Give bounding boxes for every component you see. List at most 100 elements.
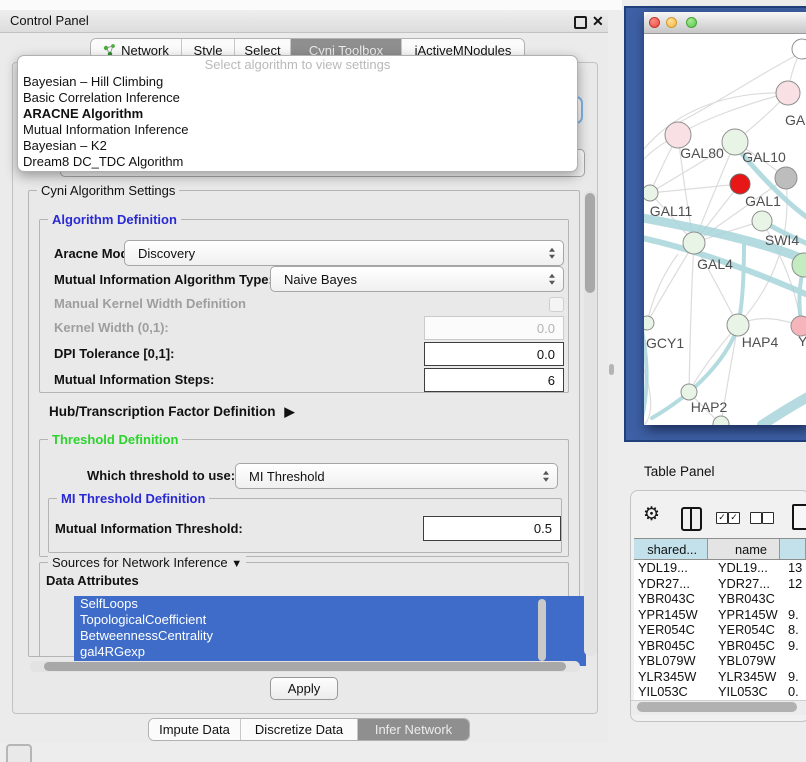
network-canvas[interactable]: GALGAL80GAL10GAL1GAL11SWI4GAL4GCY1HAP4YH…	[644, 34, 806, 425]
mi-algorithm-type-select[interactable]: Naive Bayes	[270, 266, 564, 292]
stepper-icon	[547, 274, 556, 285]
unchecked-checkbox-icon[interactable]	[762, 512, 774, 524]
network-node-label: HAP2	[691, 399, 728, 415]
table-panel-title: Table Panel	[644, 464, 715, 479]
aracne-mode-select[interactable]: Discovery	[124, 240, 564, 266]
table-row[interactable]: YER054CYER054C8.	[634, 622, 806, 638]
which-threshold-value: MI Threshold	[249, 464, 325, 488]
control-panel-title: Control Panel	[10, 10, 89, 32]
data-attribute-item[interactable]: BetweennessCentrality	[74, 628, 586, 644]
tab-infer-network[interactable]: Infer Network	[358, 719, 469, 740]
network-node[interactable]	[730, 174, 750, 194]
gear-icon[interactable]: ⚙	[643, 503, 660, 526]
columns-icon[interactable]	[681, 507, 702, 531]
algorithm-option[interactable]: Mutual Information Inference	[18, 122, 577, 138]
table-row[interactable]: YPR145WYPR145W9.	[634, 607, 806, 623]
data-attribute-item[interactable]: TopologicalCoefficient	[74, 612, 586, 628]
table-body[interactable]: YDL19...YDL19...13YDR27...YDR27...12YBR0…	[634, 560, 806, 700]
column-header-name[interactable]: name	[708, 539, 780, 559]
table-cell: YIL053C	[634, 684, 708, 700]
table-hscrollbar-thumb[interactable]	[637, 702, 797, 712]
table-cell: YER054C	[708, 622, 780, 638]
table-cell: YPR145W	[708, 607, 780, 623]
control-panel-window: Control Panel ✕ Network Style Select	[0, 10, 608, 742]
table-cell	[780, 653, 806, 669]
mi-threshold-input[interactable]: 0.5	[423, 516, 561, 541]
table-row[interactable]: YBR043CYBR043C	[634, 591, 806, 607]
network-node[interactable]	[713, 416, 729, 425]
application-root: Control Panel ✕ Network Style Select	[0, 0, 806, 762]
network-node[interactable]	[727, 314, 749, 336]
table-cell: YBR043C	[634, 591, 708, 607]
network-node[interactable]	[644, 316, 654, 330]
sources-title[interactable]: Sources for Network Inference ▼	[48, 555, 246, 570]
table-cell: YBR043C	[708, 591, 780, 607]
unchecked-checkbox-icon[interactable]	[750, 512, 762, 524]
data-attribute-item[interactable]: SelfLoops	[74, 596, 586, 612]
which-threshold-select[interactable]: MI Threshold	[235, 463, 558, 489]
kernel-width-input[interactable]: 0.0	[424, 316, 564, 340]
panel-splitter-handle[interactable]	[609, 364, 614, 375]
minimize-traffic-light-icon[interactable]	[666, 17, 677, 28]
float-window-icon[interactable]	[574, 16, 587, 29]
table-row[interactable]: YBR045CYBR045C9.	[634, 638, 806, 654]
algorithm-dropdown-popup: Select algorithm to view settings Bayesi…	[17, 55, 578, 172]
network-node[interactable]	[683, 232, 705, 254]
dpi-tolerance-input[interactable]: 0.0	[424, 342, 564, 366]
attributes-scrollbar[interactable]	[538, 599, 546, 661]
dpi-tolerance-label: DPI Tolerance [0,1]:	[54, 342, 174, 366]
table-cell: YDL19...	[634, 560, 708, 576]
column-header-third[interactable]	[780, 539, 806, 559]
settings-hscrollbar-thumb[interactable]	[44, 662, 566, 671]
manual-kernel-checkbox[interactable]	[549, 297, 564, 312]
network-window-titlebar[interactable]	[644, 12, 806, 34]
expand-down-icon: ▼	[231, 558, 242, 570]
close-traffic-light-icon[interactable]	[649, 17, 660, 28]
network-node[interactable]	[775, 167, 797, 189]
network-node-label: GAL11	[650, 203, 693, 219]
apply-button[interactable]: Apply	[270, 677, 338, 700]
checked-checkbox-icon[interactable]	[716, 512, 728, 524]
table-cell: YLR345W	[634, 669, 708, 685]
table-row[interactable]: YBL079WYBL079W	[634, 653, 806, 669]
network-view-window[interactable]: GALGAL80GAL10GAL1GAL11SWI4GAL4GCY1HAP4YH…	[644, 12, 806, 425]
table-row[interactable]: YLR345WYLR345W9.	[634, 669, 806, 685]
checked-checkbox-icon[interactable]	[728, 512, 740, 524]
close-icon[interactable]: ✕	[592, 11, 604, 31]
table-cell: 0.	[780, 684, 806, 700]
manual-kernel-label: Manual Kernel Width Definition	[54, 295, 246, 313]
tab-discretize-data[interactable]: Discretize Data	[241, 719, 358, 740]
minimized-panel-icon[interactable]	[6, 744, 32, 762]
network-node[interactable]	[752, 211, 772, 231]
data-attributes-list[interactable]: SelfLoopsTopologicalCoefficientBetweenne…	[74, 596, 586, 666]
table-row[interactable]: YIL053CYIL053C0.	[634, 684, 806, 700]
mi-steps-input[interactable]: 6	[424, 368, 564, 392]
zoom-traffic-light-icon[interactable]	[686, 17, 697, 28]
tab-impute-data[interactable]: Impute Data	[149, 719, 241, 740]
table-row[interactable]: YDL19...YDL19...13	[634, 560, 806, 576]
network-node-label: HAP4	[742, 334, 779, 350]
table-cell: YPR145W	[634, 607, 708, 623]
table-cell: 13	[780, 560, 806, 576]
mi-algorithm-type-label: Mutual Information Algorithm Type:	[54, 267, 273, 293]
algorithm-definition-group: Algorithm Definition Aracne Mode: Discov…	[39, 219, 569, 393]
settings-vscrollbar-thumb[interactable]	[585, 193, 595, 293]
file-icon[interactable]	[792, 504, 806, 530]
network-node[interactable]	[644, 185, 658, 201]
data-attribute-item[interactable]: gal4RGexp	[74, 644, 586, 660]
table-cell: YBL079W	[708, 653, 780, 669]
column-header-shared[interactable]: shared...	[634, 539, 708, 559]
algorithm-option[interactable]: Dream8 DC_TDC Algorithm	[18, 154, 577, 170]
algorithm-option[interactable]: Bayesian – K2	[18, 138, 577, 154]
algorithm-option[interactable]: Bayesian – Hill Climbing	[18, 74, 577, 90]
expand-right-icon: ▶	[285, 404, 295, 420]
algorithm-option[interactable]: ARACNE Algorithm	[18, 106, 577, 122]
hub-definition-toggle[interactable]: Hub/Transcription Factor Definition▶	[49, 404, 295, 420]
algorithm-option[interactable]: Basic Correlation Inference	[18, 90, 577, 106]
network-node-label: Y	[798, 333, 806, 349]
network-node[interactable]	[681, 384, 697, 400]
aracne-mode-value: Discovery	[138, 241, 195, 265]
network-node[interactable]	[776, 81, 800, 105]
table-row[interactable]: YDR27...YDR27...12	[634, 576, 806, 592]
network-node-label: GAL80	[680, 145, 724, 161]
